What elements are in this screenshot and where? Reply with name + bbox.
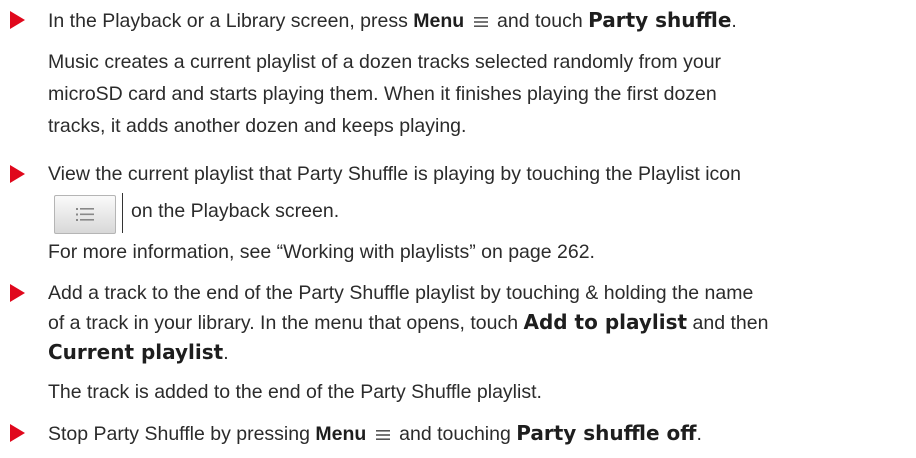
menu-label: Menu [413,10,465,32]
bullet-marker [10,424,25,442]
instruction-line: View the current playlist that Party Shu… [48,163,741,185]
divider [122,193,123,233]
menu-icon [473,16,488,27]
add-to-playlist-label: Add to playlist [523,310,688,334]
instruction-line: Current playlist. [48,340,229,364]
playlist-icon [76,208,94,221]
menu-label: Menu [315,423,367,445]
bullet-marker [10,284,25,302]
description-line: tracks, it adds another dozen and keeps … [48,115,467,137]
description-line: The track is added to the end of the Par… [48,381,542,403]
party-shuffle-label: Party shuffle [588,8,732,32]
instruction-line: on the Playback screen. [131,200,340,222]
bullet-marker [10,11,25,29]
description-line: For more information, see “Working with … [48,241,595,263]
party-shuffle-off-label: Party shuffle off [516,421,697,445]
instruction-line: Stop Party Shuffle by pressing Menu and … [48,421,702,445]
menu-icon [375,429,390,440]
bullet-marker [10,165,25,183]
description-line: microSD card and starts playing them. Wh… [48,83,717,105]
instruction-line: Add a track to the end of the Party Shuf… [48,282,754,304]
instruction-line: In the Playback or a Library screen, pre… [48,8,737,32]
playlist-button[interactable] [54,195,116,234]
instruction-line: of a track in your library. In the menu … [48,310,769,334]
description-line: Music creates a current playlist of a do… [48,51,722,73]
current-playlist-label: Current playlist [48,340,224,364]
